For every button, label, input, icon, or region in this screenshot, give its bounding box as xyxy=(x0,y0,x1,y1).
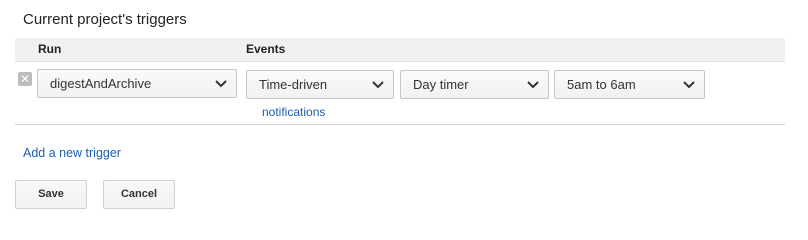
delete-trigger-button[interactable]: ✕ xyxy=(18,72,32,86)
chevron-down-icon xyxy=(527,81,539,89)
add-trigger-link[interactable]: Add a new trigger xyxy=(23,146,121,160)
event-source-select[interactable]: Time-driven xyxy=(246,70,394,99)
chevron-down-icon xyxy=(372,81,384,89)
time-of-day-value: 5am to 6am xyxy=(567,77,636,92)
function-select[interactable]: digestAndArchive xyxy=(37,69,237,98)
save-button[interactable]: Save xyxy=(15,180,87,209)
timer-type-value: Day timer xyxy=(413,77,469,92)
function-select-value: digestAndArchive xyxy=(50,76,152,91)
cancel-button[interactable]: Cancel xyxy=(103,180,175,209)
column-header-events: Events xyxy=(246,42,286,56)
column-header-run: Run xyxy=(38,42,62,56)
time-of-day-select[interactable]: 5am to 6am xyxy=(554,70,705,99)
triggers-table-header: Run Events xyxy=(15,38,785,62)
event-source-value: Time-driven xyxy=(259,77,328,92)
table-divider xyxy=(15,124,785,125)
chevron-down-icon xyxy=(215,80,227,88)
notifications-link[interactable]: notifications xyxy=(262,105,325,119)
dialog-title: Current project's triggers xyxy=(23,11,187,28)
close-icon: ✕ xyxy=(19,72,31,86)
timer-type-select[interactable]: Day timer xyxy=(400,70,549,99)
chevron-down-icon xyxy=(683,81,695,89)
